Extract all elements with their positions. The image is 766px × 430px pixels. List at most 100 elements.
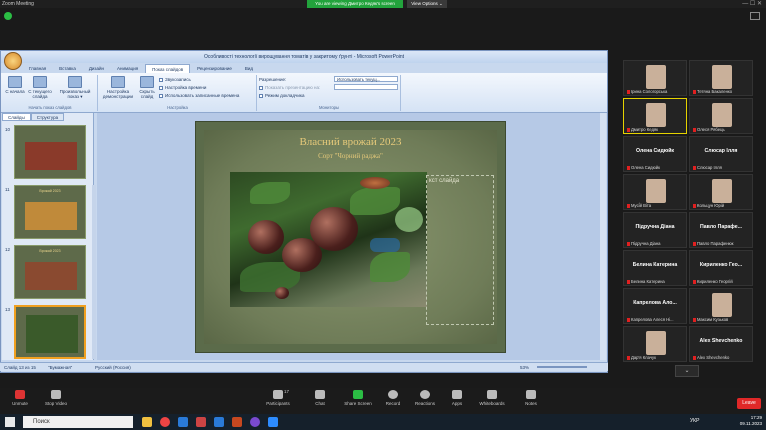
security-shield-icon [4, 12, 12, 20]
chrome-icon[interactable] [160, 417, 170, 427]
resolution-dropdown[interactable]: Использовать текущ... [334, 76, 398, 82]
gallery-view-icon[interactable] [750, 12, 760, 20]
tab-slides[interactable]: Слайды [2, 113, 31, 121]
tab-review[interactable]: Рецензирование [191, 64, 238, 73]
leave-button[interactable]: Leave [737, 398, 761, 409]
view-options-button[interactable]: View Options ⌄ [407, 0, 447, 8]
text-placeholder[interactable]: кст слайда [426, 175, 494, 325]
participant-name: Мусі́й Віта [627, 203, 651, 208]
participants-button[interactable]: Participants [258, 390, 298, 406]
participant-name: Підручна Діана [627, 241, 660, 246]
tab-outline[interactable]: Структура [30, 113, 65, 121]
participant-tile[interactable]: Дар'я Клачук [623, 326, 687, 362]
show-on-dropdown[interactable] [334, 84, 398, 90]
participant-video [712, 103, 732, 127]
participant-tile[interactable]: Alex Shevchenko Alex Shevchenko [689, 326, 753, 362]
windows-start-icon[interactable] [5, 417, 15, 427]
tomato-photo[interactable] [230, 172, 427, 307]
participant-tile[interactable]: Кириленко Гео... Кириленко Георгій [689, 250, 753, 286]
notes-button[interactable]: Notes [511, 390, 551, 406]
participant-video [646, 103, 666, 127]
apps-button[interactable]: Apps [437, 390, 477, 406]
rehearse-timings-button[interactable]: Настройка времени [159, 84, 206, 91]
zoom-level[interactable]: 53% [520, 363, 529, 372]
participant-tile[interactable]: Олена Сидюйк Олена Сидюйк [623, 136, 687, 172]
office-button-icon[interactable] [4, 52, 22, 70]
participant-tile[interactable]: Кольцун Юрій [689, 174, 753, 210]
record-narration-button[interactable]: Звукозапись [159, 76, 191, 83]
participant-tile[interactable]: Підручна Діана Підручна Діана [623, 212, 687, 248]
zoom-toolbar: Unmute Stop Video Participants 17 Chat S… [0, 388, 766, 414]
participant-tile[interactable]: Мусі́й Віта [623, 174, 687, 210]
unmute-button[interactable]: Unmute [0, 390, 40, 406]
keyboard-language[interactable]: УКР [690, 418, 699, 424]
start-from-beginning-button[interactable]: С начала [5, 76, 25, 94]
hide-slide-button[interactable]: Скрыть слайд [137, 76, 157, 99]
share-screen-button[interactable]: Share Screen [338, 390, 378, 406]
participant-name: Павло Парафенюк [693, 241, 734, 246]
participant-display-name: Павло Парафе... [700, 224, 742, 230]
edge-icon[interactable] [178, 417, 188, 427]
app-icon[interactable] [196, 417, 206, 427]
participant-tile[interactable]: Олеся Рябець [689, 98, 753, 134]
stop-video-button[interactable]: Stop Video [36, 390, 76, 406]
current-slide[interactable]: Власний врожай 2023 Сорт "Чорний раджа" … [195, 121, 506, 353]
zoom-icon[interactable] [268, 417, 278, 427]
slide-thumbnail-selected[interactable] [14, 305, 86, 359]
slide-number: 11 [5, 187, 10, 192]
viber-icon[interactable] [250, 417, 260, 427]
participant-video [646, 179, 666, 203]
clock[interactable]: 17:29 09.11.2023 [740, 415, 762, 427]
participant-tile[interactable]: Капрелова Ало... Капрелова Алеся Ні... [623, 288, 687, 324]
custom-show-button[interactable]: Произвольный показ ▾ [56, 76, 94, 99]
participant-tile[interactable]: Слюсар Ілля Слюсар Ілля [689, 136, 753, 172]
slide-thumbnail[interactable]: Врожай 2023 [14, 185, 86, 239]
tab-home[interactable]: Главная [23, 64, 52, 73]
window-controls[interactable]: — ☐ ✕ [742, 0, 762, 8]
participant-tile[interactable]: Дмитро Кедяк [623, 98, 687, 134]
start-from-current-button[interactable]: С текущего слайда [27, 76, 53, 99]
muted-mic-icon [627, 279, 630, 284]
participant-tile[interactable]: Ірина Сологорська [623, 60, 687, 96]
muted-mic-icon [693, 127, 696, 132]
use-timings-checkbox[interactable]: Использовать записанные времена [159, 92, 239, 99]
participant-tile[interactable]: Белина Катерина Белина Катерина [623, 250, 687, 286]
participant-tile[interactable]: Павло Парафе... Павло Парафенюк [689, 212, 753, 248]
participants-count: 17 [284, 389, 290, 394]
slide-thumbnail[interactable]: Врожай 2023 [14, 245, 86, 299]
participant-name: Кириленко Георгій [693, 279, 733, 284]
chat-button[interactable]: Chat [300, 390, 340, 406]
muted-mic-icon [693, 279, 696, 284]
setup-show-button[interactable]: Настройка демонстрации [100, 76, 136, 99]
participant-display-name: Підручна Діана [635, 224, 675, 230]
muted-mic-icon [627, 165, 630, 170]
tab-slideshow[interactable]: Показ слайдов [145, 64, 191, 73]
ribbon: С начала С текущего слайда Произвольный … [1, 73, 607, 113]
taskbar-search-input[interactable]: Поиск [23, 416, 133, 428]
vertical-scrollbar[interactable] [600, 113, 606, 360]
file-explorer-icon[interactable] [142, 417, 152, 427]
participant-display-name: Кириленко Гео... [699, 262, 743, 268]
participant-tile[interactable]: Максим Кузьков [689, 288, 753, 324]
group-label-monitors: Мониторы [318, 105, 340, 110]
participant-name: Белина Катерина [627, 279, 665, 284]
zoom-slider[interactable] [537, 366, 587, 368]
tab-animation[interactable]: Анимация [111, 64, 144, 73]
language-status: Русский (Россия) [95, 365, 131, 370]
tab-view[interactable]: Вид [239, 64, 259, 73]
whiteboards-button[interactable]: Whiteboards [472, 390, 512, 406]
ribbon-tabs: Главная Вставка Дизайн Анимация Показ сл… [23, 64, 259, 73]
tab-design[interactable]: Дизайн [83, 64, 110, 73]
powerpoint-icon[interactable] [232, 417, 242, 427]
participant-name: Олеся Рябець [693, 127, 725, 132]
pane-scrollbar[interactable] [92, 185, 96, 359]
chevron-down-icon[interactable]: ⌄ [675, 365, 699, 377]
slide-background: Власний врожай 2023 Сорт "Чорний раджа" … [204, 130, 497, 344]
presenter-view-checkbox[interactable]: Режим докладчика [259, 92, 304, 99]
participant-tile[interactable]: Тетяна Бакаленко [689, 60, 753, 96]
muted-mic-icon [693, 241, 696, 246]
word-icon[interactable] [214, 417, 224, 427]
slide-thumbnail[interactable] [14, 125, 86, 179]
muted-mic-icon [627, 89, 630, 94]
tab-insert[interactable]: Вставка [53, 64, 82, 73]
